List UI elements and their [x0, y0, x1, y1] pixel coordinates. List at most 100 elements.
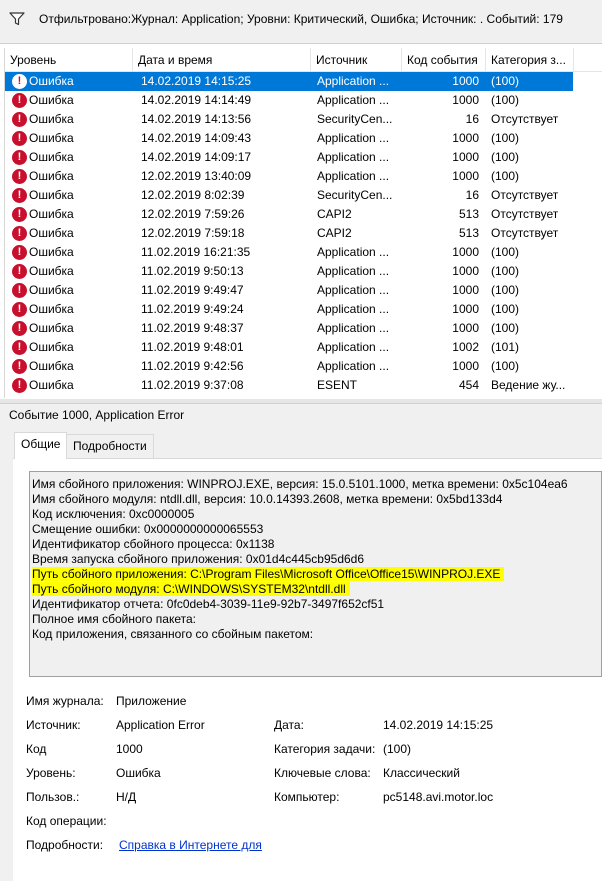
event-row[interactable]: ! Ошибка 12.02.2019 13:40:09 Application ..… — [5, 167, 602, 186]
cell-datetime: 12.02.2019 7:59:26 — [141, 207, 245, 221]
cell-source: Application ... — [317, 169, 390, 183]
error-icon: ! — [12, 93, 27, 108]
description-line: Смещение ошибки: 0x0000000000065553 — [32, 522, 601, 537]
date-value: 14.02.2019 14:15:25 — [383, 718, 494, 732]
error-icon: ! — [12, 131, 27, 146]
cell-task-category: (100) — [491, 131, 520, 145]
cell-level: Ошибка — [29, 112, 74, 126]
cell-event-id: 1000 — [452, 93, 479, 107]
description-text: Время запуска сбойного приложения: 0x01d… — [32, 552, 365, 566]
error-icon: ! — [12, 378, 27, 393]
cell-level: Ошибка — [29, 131, 74, 145]
error-icon: ! — [12, 169, 27, 184]
error-icon: ! — [12, 112, 27, 127]
date-label: Дата: — [274, 718, 304, 732]
cell-task-category: (100) — [491, 150, 520, 164]
description-text: Полное имя сбойного пакета: — [32, 612, 197, 626]
event-detail-panel: Событие 1000, Application Error Общие По… — [0, 403, 602, 882]
cell-level: Ошибка — [29, 264, 74, 278]
cell-source: ESENT — [317, 378, 358, 392]
cell-source: SecurityCen... — [317, 112, 393, 126]
cell-task-category: (100) — [491, 283, 520, 297]
cell-task-category: Отсутствует — [491, 207, 559, 221]
error-icon: ! — [12, 150, 27, 165]
event-row[interactable]: ! Ошибка 14.02.2019 14:13:56 SecurityCen...… — [5, 110, 602, 129]
cell-event-id: 1000 — [452, 169, 479, 183]
general-tab-content: Имя сбойного приложения: WINPROJ.EXE, ве… — [13, 459, 602, 882]
column-header-source[interactable]: Источник — [311, 48, 402, 72]
event-row[interactable]: ! Ошибка 12.02.2019 8:02:39 SecurityCen... 1… — [5, 186, 602, 205]
cell-datetime: 11.02.2019 9:37:08 — [141, 378, 244, 392]
cell-level: Ошибка — [29, 169, 74, 183]
error-icon: ! — [12, 226, 27, 241]
cell-datetime: 14.02.2019 14:09:17 — [141, 150, 252, 164]
cell-source: Application ... — [317, 150, 390, 164]
event-row[interactable]: ! Ошибка 14.02.2019 14:14:49 Application ..… — [5, 91, 602, 110]
tab-general[interactable]: Общие — [14, 432, 68, 459]
cell-level: Ошибка — [29, 359, 74, 373]
cell-source: SecurityCen... — [317, 188, 393, 202]
cell-datetime: 14.02.2019 14:14:49 — [141, 93, 252, 107]
event-detail-title: Событие 1000, Application Error — [9, 408, 185, 422]
event-row[interactable]: ! Ошибка 11.02.2019 9:50:13 Application ...… — [5, 262, 602, 281]
column-header-event-id[interactable]: Код события — [402, 48, 486, 72]
description-text: Код приложения, связанного со сбойным па… — [32, 627, 314, 641]
description-line: Полное имя сбойного пакета: — [32, 612, 601, 627]
description-text: Имя сбойного модуля: ntdll.dll, версия: … — [32, 492, 503, 506]
online-help-link[interactable]: Справка в Интернете для — [119, 838, 262, 852]
more-info-label: Подробности: — [26, 838, 104, 852]
description-line: Код исключения: 0xc0000005 — [32, 507, 601, 522]
task-category-value: (100) — [383, 742, 412, 756]
cell-event-id: 1000 — [452, 264, 479, 278]
cell-event-id: 1000 — [452, 150, 479, 164]
cell-datetime: 11.02.2019 9:50:13 — [141, 264, 244, 278]
tab-details[interactable]: Подробности — [66, 434, 154, 459]
column-header-datetime[interactable]: Дата и время — [133, 48, 311, 72]
description-line: Идентификатор сбойного процесса: 0x1138 — [32, 537, 601, 552]
event-row[interactable]: ! Ошибка 12.02.2019 7:59:26 CAPI2 513 Отсутст… — [5, 205, 602, 224]
cell-source: Application ... — [317, 131, 390, 145]
filter-icon — [9, 12, 25, 26]
description-line: Имя сбойного модуля: ntdll.dll, версия: … — [32, 492, 601, 507]
cell-level: Ошибка — [29, 188, 74, 202]
cell-datetime: 12.02.2019 7:59:18 — [141, 226, 245, 240]
column-header-level[interactable]: Уровень — [5, 48, 133, 72]
event-row[interactable]: ! Ошибка 12.02.2019 7:59:18 CAPI2 513 Отсутст… — [5, 224, 602, 243]
event-row[interactable]: ! Ошибка 11.02.2019 9:48:37 Application ...… — [5, 319, 602, 338]
cell-event-id: 454 — [458, 378, 479, 392]
cell-event-id: 1000 — [452, 283, 479, 297]
cell-source: Application ... — [317, 359, 390, 373]
cell-datetime: 11.02.2019 9:49:24 — [141, 302, 244, 316]
keywords-value: Классический — [383, 766, 460, 780]
highlighted-text: Путь сбойного модуля: C:\WINDOWS\SYSTEM3… — [32, 582, 350, 596]
event-row[interactable]: ! Ошибка 14.02.2019 14:15:25 Application ..… — [5, 72, 602, 91]
error-icon: ! — [12, 283, 27, 298]
event-row[interactable]: ! Ошибка 11.02.2019 9:42:56 Application ...… — [5, 357, 602, 376]
cell-task-category: Отсутствует — [491, 112, 559, 126]
user-label: Пользов.: — [26, 790, 80, 804]
cell-level: Ошибка — [29, 207, 74, 221]
description-line: Путь сбойного модуля: C:\WINDOWS\SYSTEM3… — [32, 582, 601, 597]
cell-datetime: 11.02.2019 9:48:37 — [141, 321, 244, 335]
description-line: Время запуска сбойного приложения: 0x01d… — [32, 552, 601, 567]
keywords-label: Ключевые слова: — [274, 766, 371, 780]
source-value: Application Error — [116, 718, 205, 732]
event-description[interactable]: Имя сбойного приложения: WINPROJ.EXE, ве… — [29, 471, 602, 677]
event-row[interactable]: ! Ошибка 11.02.2019 9:49:47 Application ...… — [5, 281, 602, 300]
event-code-value: 1000 — [116, 742, 143, 756]
event-row[interactable]: ! Ошибка 11.02.2019 16:21:35 Application ..… — [5, 243, 602, 262]
event-row[interactable]: ! Ошибка 14.02.2019 14:09:43 Application ..… — [5, 129, 602, 148]
cell-task-category: (100) — [491, 74, 520, 88]
event-row[interactable]: ! Ошибка 14.02.2019 14:09:17 Application ..… — [5, 148, 602, 167]
error-icon: ! — [12, 264, 27, 279]
event-code-label: Код — [26, 742, 47, 756]
column-header-task-category[interactable]: Категория з... — [486, 48, 574, 72]
cell-task-category: (100) — [491, 245, 520, 259]
description-line: Код приложения, связанного со сбойным па… — [32, 627, 601, 642]
event-row[interactable]: ! Ошибка 11.02.2019 9:37:08 ESENT 454 Ведение… — [5, 376, 602, 395]
cell-level: Ошибка — [29, 340, 74, 354]
cell-source: Application ... — [317, 74, 390, 88]
event-row[interactable]: ! Ошибка 11.02.2019 9:49:24 Application ...… — [5, 300, 602, 319]
description-text: Идентификатор сбойного процесса: 0x1138 — [32, 537, 275, 551]
event-row[interactable]: ! Ошибка 11.02.2019 9:48:01 Application ...… — [5, 338, 602, 357]
